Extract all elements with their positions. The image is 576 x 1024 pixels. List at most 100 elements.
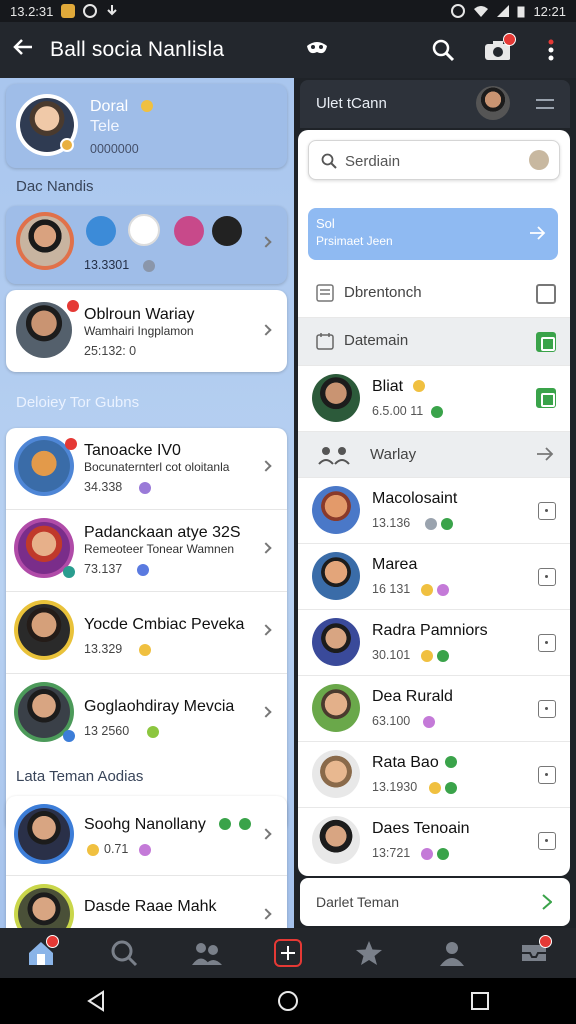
profile-card[interactable]: Doral Tele 0000000 — [6, 84, 287, 168]
emoji-icon — [139, 644, 151, 656]
emoji-icon — [413, 380, 425, 392]
home-nav-icon[interactable] — [277, 990, 299, 1012]
list-item[interactable]: Tanoacke IV0 Bocunaternterl cot oloitanl… — [6, 428, 287, 510]
avatar — [312, 374, 360, 422]
search-icon[interactable] — [430, 37, 456, 63]
back-arrow-icon[interactable] — [12, 36, 42, 64]
contact-select[interactable] — [538, 766, 556, 784]
avatar[interactable] — [476, 86, 510, 120]
contact-meta: 13.329 — [84, 642, 123, 656]
option-row[interactable]: Dbrentonch — [298, 270, 570, 318]
battery-icon — [517, 6, 525, 17]
group-member-avatar — [86, 216, 116, 246]
list-item[interactable]: Dasde Raae Mahk — [6, 876, 287, 928]
group-card[interactable]: 13.3301 — [6, 206, 287, 284]
wifi-icon — [474, 6, 489, 17]
list-item[interactable]: Goglaohdiray Mevcia 13 2560 — [6, 674, 287, 756]
contact-row[interactable]: Marea 16 131 — [298, 544, 570, 610]
contact-select[interactable] — [538, 634, 556, 652]
profile-icon[interactable] — [436, 937, 468, 969]
clock-icon — [143, 260, 155, 272]
profile-subtitle: Tele — [90, 118, 120, 135]
avatar — [18, 522, 70, 574]
mask-icon[interactable] — [305, 38, 329, 60]
contact-row[interactable]: Dea Rurald 63.100 — [298, 676, 570, 742]
list-item[interactable]: Padanckaan atye 32S Remeoteer Tonear Wam… — [6, 510, 287, 592]
list-item[interactable]: Yocde Cmbiac Peveka 13.329 — [6, 592, 287, 674]
status-clock: 12:21 — [533, 3, 566, 19]
contact-subtitle: Remeoteer Tonear Wamnen — [84, 542, 235, 556]
contact-row[interactable]: Daes Tenoain 13:721 — [298, 808, 570, 876]
more-options-icon[interactable] — [538, 37, 564, 63]
section-title: Lata Teman Aodias — [16, 768, 144, 785]
arrow-right-icon — [530, 226, 546, 240]
inbox-icon[interactable] — [518, 935, 553, 969]
recents-nav-icon[interactable] — [470, 991, 490, 1011]
contact-select[interactable] — [538, 502, 556, 520]
back-nav-icon[interactable] — [86, 990, 106, 1012]
alarm-icon — [451, 4, 466, 18]
contact-name: Soohg Nanollany — [84, 816, 206, 833]
avatar — [18, 808, 70, 860]
contact-row[interactable]: Bliat 6.5.00 11 — [298, 366, 570, 432]
search-nav-icon[interactable] — [108, 937, 140, 969]
check-icon — [441, 518, 453, 530]
option-row[interactable]: Datemain — [298, 318, 570, 366]
right-panel-title: Ulet tCann — [316, 95, 387, 112]
contact-name: Radra Pamniors — [372, 622, 488, 639]
contact-meta: 6.5.00 11 — [372, 404, 424, 418]
status-icon — [437, 584, 449, 596]
check-icon — [431, 406, 443, 418]
camera-icon[interactable] — [484, 33, 516, 63]
contact-row[interactable]: Radra Pamniors 30.101 — [298, 610, 570, 676]
contact-select[interactable] — [538, 832, 556, 850]
contact-name: Daes Tenoain — [372, 820, 470, 837]
contact-select[interactable] — [538, 568, 556, 586]
contact-row[interactable]: Macolosaint 13.136 — [298, 478, 570, 544]
avatar — [18, 440, 70, 492]
emoji-icon[interactable] — [529, 150, 549, 170]
profile-name: Doral — [90, 98, 129, 115]
contact-name: Marea — [372, 556, 418, 573]
status-icon — [137, 564, 149, 576]
add-post-icon[interactable] — [273, 939, 302, 967]
contact-name: Tanoacke IV0 — [84, 442, 181, 459]
message-bubble[interactable]: Sol Prsimaet Jeen — [308, 208, 558, 260]
contact-name: Macolosaint — [372, 490, 458, 507]
option-checkbox[interactable] — [536, 284, 556, 304]
home-icon[interactable] — [25, 935, 60, 969]
contact-checkbox-checked[interactable] — [536, 388, 556, 408]
option-checkbox-checked[interactable] — [536, 332, 556, 352]
contact-subtitle: Wamhairi Ingplamon — [84, 324, 194, 338]
contact-meta: 13:721 — [372, 846, 411, 860]
search-field[interactable]: Serdiain — [308, 140, 560, 180]
list-item[interactable]: Soohg Nanollany 0.71 — [6, 796, 287, 876]
check-icon — [239, 818, 251, 830]
avatar — [312, 552, 360, 600]
status-icon — [139, 482, 151, 494]
contact-name: Padanckaan atye 32S — [84, 524, 241, 541]
emoji-icon — [421, 650, 433, 662]
contact-name: Bliat — [372, 378, 404, 395]
camera-badge — [503, 33, 516, 46]
section-title: Deloiey Tor Gubns — [16, 394, 140, 411]
star-icon[interactable] — [353, 937, 385, 969]
featured-contact-card[interactable]: Oblroun Wariay Wamhairi Ingplamon 25:132… — [6, 290, 287, 372]
friends-icon[interactable] — [191, 937, 223, 969]
notification-icon — [61, 4, 76, 18]
group-meta: 13.3301 — [84, 258, 130, 272]
contact-select[interactable] — [538, 700, 556, 718]
inbox-badge — [539, 935, 553, 948]
avatar — [20, 216, 70, 266]
contact-meta: 73.137 — [84, 562, 123, 576]
menu-icon[interactable] — [536, 98, 554, 110]
notification-badge — [65, 438, 77, 450]
recent-contacts-card: Soohg Nanollany 0.71 Dasde Raae Mahk — [6, 796, 287, 928]
friends-list-button[interactable]: Darlet Teman — [300, 878, 570, 926]
contact-meta: 0.71 — [104, 842, 129, 856]
send-icon — [537, 447, 554, 461]
contact-name: Yocde Cmbiac Peveka — [84, 616, 245, 633]
contact-row[interactable]: Rata Bao 13.1930 — [298, 742, 570, 808]
chevron-right-icon — [260, 324, 272, 336]
section-row[interactable]: Warlay — [298, 432, 570, 478]
